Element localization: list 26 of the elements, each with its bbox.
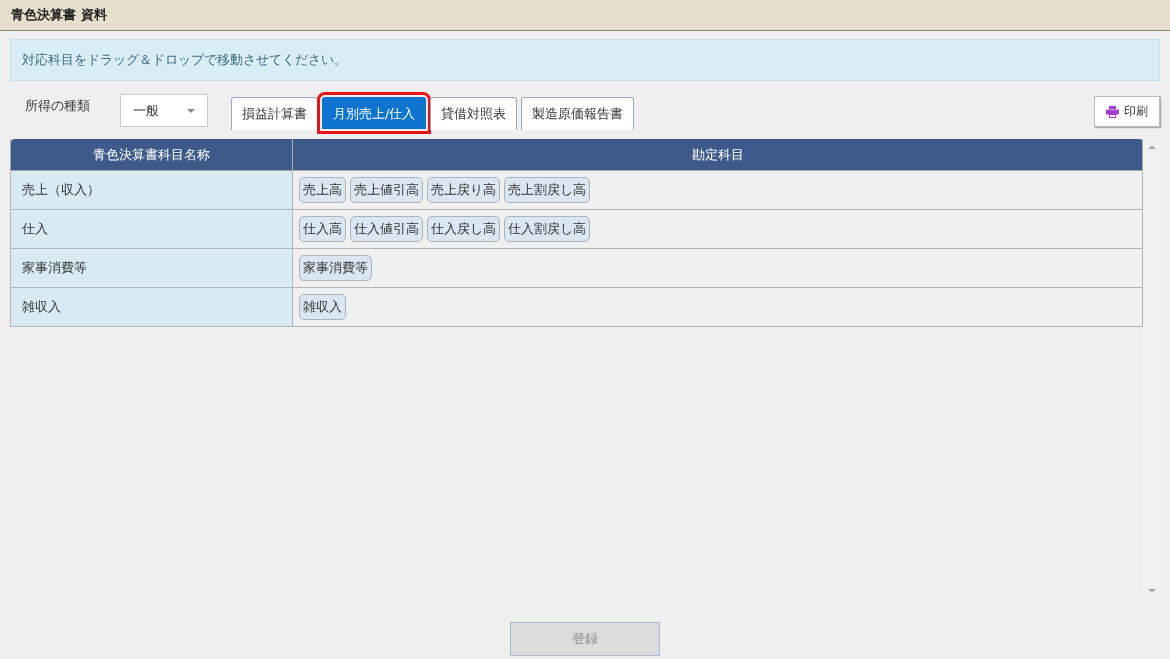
account-tag[interactable]: 雑収入 [299,294,346,320]
account-tag[interactable]: 家事消費等 [299,255,372,281]
tab[interactable]: 損益計算書 [231,97,318,130]
account-tag[interactable]: 仕入値引高 [350,216,423,242]
printer-icon [1106,105,1119,118]
window-title: 青色決算書 資料 [11,6,107,24]
income-type-dropdown[interactable]: 一般 [120,94,208,127]
account-tag[interactable]: 売上戻り高 [427,177,500,203]
account-tag[interactable]: 仕入割戻し高 [504,216,590,242]
account-tag[interactable]: 仕入高 [299,216,346,242]
account-tag[interactable]: 売上高 [299,177,346,203]
category-cell: 雑収入 [10,287,293,327]
category-cell: 家事消費等 [10,248,293,288]
caret-icon [187,108,195,113]
print-button[interactable]: 印刷 [1094,96,1160,127]
info-message: 対応科目をドラッグ＆ドロップで移動させてください。 [10,39,1160,81]
account-tag[interactable]: 仕入戻し高 [427,216,500,242]
category-cell: 売上（収入） [10,170,293,210]
tab[interactable]: 製造原価報告書 [521,97,635,130]
tab[interactable]: 貸借対照表 [430,97,518,130]
income-type-label: 所得の種類 [25,96,91,115]
column-header: 勘定科目 [292,139,1143,171]
account-tag[interactable]: 売上値引高 [350,177,423,203]
category-cell: 仕入 [10,209,293,249]
column-header: 青色決算書科目名称 [10,139,293,171]
account-tag[interactable]: 売上割戻し高 [504,177,590,203]
